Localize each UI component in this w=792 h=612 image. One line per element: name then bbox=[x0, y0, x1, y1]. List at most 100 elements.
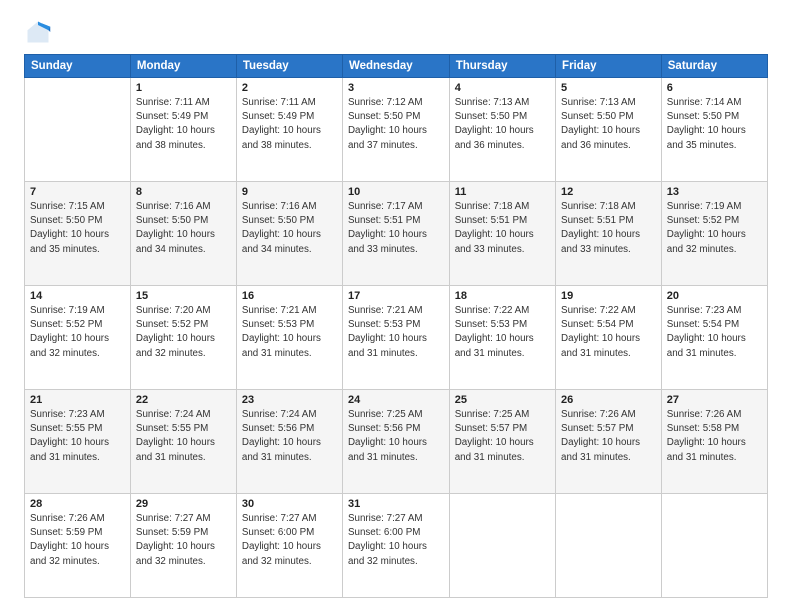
day-number: 4 bbox=[455, 82, 550, 94]
day-cell: 26 Sunrise: 7:26 AM Sunset: 5:57 PM Dayli… bbox=[556, 390, 662, 494]
day-info: Sunrise: 7:23 AM Sunset: 5:55 PM Dayligh… bbox=[30, 408, 125, 465]
day-cell bbox=[25, 78, 131, 182]
day-info: Sunrise: 7:13 AM Sunset: 5:50 PM Dayligh… bbox=[455, 96, 550, 153]
day-number: 14 bbox=[30, 290, 125, 302]
day-cell: 30 Sunrise: 7:27 AM Sunset: 6:00 PM Dayli… bbox=[236, 494, 342, 598]
day-number: 29 bbox=[136, 498, 231, 510]
day-number: 16 bbox=[242, 290, 337, 302]
day-info: Sunrise: 7:11 AM Sunset: 5:49 PM Dayligh… bbox=[242, 96, 337, 153]
day-cell: 24Sunrise: 7:25 AM Sunset: 5:56 PM Dayli… bbox=[342, 390, 449, 494]
day-number: 3 bbox=[348, 82, 444, 94]
day-number: 19 bbox=[561, 290, 656, 302]
day-cell bbox=[556, 494, 662, 598]
day-number: 9 bbox=[242, 186, 337, 198]
day-number: 5 bbox=[561, 82, 656, 94]
header-cell-friday: Friday bbox=[556, 55, 662, 78]
header-cell-wednesday: Wednesday bbox=[342, 55, 449, 78]
day-info: Sunrise: 7:17 AM Sunset: 5:51 PM Dayligh… bbox=[348, 200, 444, 257]
day-number: 21 bbox=[30, 394, 125, 406]
day-number: 8 bbox=[136, 186, 231, 198]
calendar-table: SundayMondayTuesdayWednesdayThursdayFrid… bbox=[24, 54, 768, 598]
day-cell: 14 Sunrise: 7:19 AM Sunset: 5:52 PM Dayli… bbox=[25, 286, 131, 390]
header-cell-tuesday: Tuesday bbox=[236, 55, 342, 78]
day-cell bbox=[661, 494, 767, 598]
day-info: Sunrise: 7:19 AM Sunset: 5:52 PM Dayligh… bbox=[667, 200, 762, 257]
day-info: Sunrise: 7:24 AM Sunset: 5:56 PM Dayligh… bbox=[242, 408, 337, 465]
day-info: Sunrise: 7:20 AM Sunset: 5:52 PM Dayligh… bbox=[136, 304, 231, 361]
day-cell: 4 Sunrise: 7:13 AM Sunset: 5:50 PM Daylig… bbox=[449, 78, 555, 182]
day-info: Sunrise: 7:27 AM Sunset: 6:00 PM Dayligh… bbox=[242, 512, 337, 569]
day-number: 1 bbox=[136, 82, 231, 94]
day-cell: 12 Sunrise: 7:18 AM Sunset: 5:51 PM Dayli… bbox=[556, 182, 662, 286]
day-cell: 28 Sunrise: 7:26 AM Sunset: 5:59 PM Dayli… bbox=[25, 494, 131, 598]
day-cell: 18Sunrise: 7:22 AM Sunset: 5:53 PM Dayli… bbox=[449, 286, 555, 390]
day-number: 13 bbox=[667, 186, 762, 198]
day-info: Sunrise: 7:18 AM Sunset: 5:51 PM Dayligh… bbox=[561, 200, 656, 257]
day-cell: 31Sunrise: 7:27 AM Sunset: 6:00 PM Dayli… bbox=[342, 494, 449, 598]
day-info: Sunrise: 7:23 AM Sunset: 5:54 PM Dayligh… bbox=[667, 304, 762, 361]
day-cell: 7 Sunrise: 7:15 AM Sunset: 5:50 PM Daylig… bbox=[25, 182, 131, 286]
day-cell: 21 Sunrise: 7:23 AM Sunset: 5:55 PM Dayli… bbox=[25, 390, 131, 494]
day-cell: 15 Sunrise: 7:20 AM Sunset: 5:52 PM Dayli… bbox=[130, 286, 236, 390]
week-row-3: 21 Sunrise: 7:23 AM Sunset: 5:55 PM Dayli… bbox=[25, 390, 768, 494]
day-info: Sunrise: 7:13 AM Sunset: 5:50 PM Dayligh… bbox=[561, 96, 656, 153]
day-number: 12 bbox=[561, 186, 656, 198]
day-info: Sunrise: 7:11 AM Sunset: 5:49 PM Dayligh… bbox=[136, 96, 231, 153]
day-cell: 1 Sunrise: 7:11 AM Sunset: 5:49 PM Daylig… bbox=[130, 78, 236, 182]
day-info: Sunrise: 7:27 AM Sunset: 6:00 PM Dayligh… bbox=[348, 512, 444, 569]
week-row-1: 7 Sunrise: 7:15 AM Sunset: 5:50 PM Daylig… bbox=[25, 182, 768, 286]
calendar-page: SundayMondayTuesdayWednesdayThursdayFrid… bbox=[0, 0, 792, 612]
day-info: Sunrise: 7:25 AM Sunset: 5:57 PM Dayligh… bbox=[455, 408, 550, 465]
week-row-2: 14 Sunrise: 7:19 AM Sunset: 5:52 PM Dayli… bbox=[25, 286, 768, 390]
day-number: 27 bbox=[667, 394, 762, 406]
day-number: 2 bbox=[242, 82, 337, 94]
day-cell: 6 Sunrise: 7:14 AM Sunset: 5:50 PM Daylig… bbox=[661, 78, 767, 182]
day-number: 15 bbox=[136, 290, 231, 302]
day-info: Sunrise: 7:26 AM Sunset: 5:57 PM Dayligh… bbox=[561, 408, 656, 465]
day-number: 7 bbox=[30, 186, 125, 198]
day-number: 6 bbox=[667, 82, 762, 94]
day-cell: 2 Sunrise: 7:11 AM Sunset: 5:49 PM Daylig… bbox=[236, 78, 342, 182]
day-info: Sunrise: 7:22 AM Sunset: 5:54 PM Dayligh… bbox=[561, 304, 656, 361]
day-cell: 25 Sunrise: 7:25 AM Sunset: 5:57 PM Dayli… bbox=[449, 390, 555, 494]
day-number: 30 bbox=[242, 498, 337, 510]
day-info: Sunrise: 7:14 AM Sunset: 5:50 PM Dayligh… bbox=[667, 96, 762, 153]
day-number: 11 bbox=[455, 186, 550, 198]
day-info: Sunrise: 7:26 AM Sunset: 5:58 PM Dayligh… bbox=[667, 408, 762, 465]
week-row-0: 1 Sunrise: 7:11 AM Sunset: 5:49 PM Daylig… bbox=[25, 78, 768, 182]
day-cell: 9 Sunrise: 7:16 AM Sunset: 5:50 PM Daylig… bbox=[236, 182, 342, 286]
day-cell: 11 Sunrise: 7:18 AM Sunset: 5:51 PM Dayli… bbox=[449, 182, 555, 286]
day-number: 24 bbox=[348, 394, 444, 406]
day-info: Sunrise: 7:27 AM Sunset: 5:59 PM Dayligh… bbox=[136, 512, 231, 569]
header-cell-saturday: Saturday bbox=[661, 55, 767, 78]
day-info: Sunrise: 7:12 AM Sunset: 5:50 PM Dayligh… bbox=[348, 96, 444, 153]
day-number: 10 bbox=[348, 186, 444, 198]
day-cell: 20Sunrise: 7:23 AM Sunset: 5:54 PM Dayli… bbox=[661, 286, 767, 390]
calendar-header: SundayMondayTuesdayWednesdayThursdayFrid… bbox=[25, 55, 768, 78]
day-info: Sunrise: 7:18 AM Sunset: 5:51 PM Dayligh… bbox=[455, 200, 550, 257]
header bbox=[24, 18, 768, 46]
day-info: Sunrise: 7:24 AM Sunset: 5:55 PM Dayligh… bbox=[136, 408, 231, 465]
day-cell: 29 Sunrise: 7:27 AM Sunset: 5:59 PM Dayli… bbox=[130, 494, 236, 598]
day-info: Sunrise: 7:19 AM Sunset: 5:52 PM Dayligh… bbox=[30, 304, 125, 361]
day-cell: 22 Sunrise: 7:24 AM Sunset: 5:55 PM Dayli… bbox=[130, 390, 236, 494]
day-number: 18 bbox=[455, 290, 550, 302]
day-number: 22 bbox=[136, 394, 231, 406]
day-info: Sunrise: 7:21 AM Sunset: 5:53 PM Dayligh… bbox=[242, 304, 337, 361]
day-number: 28 bbox=[30, 498, 125, 510]
header-cell-thursday: Thursday bbox=[449, 55, 555, 78]
day-cell: 16 Sunrise: 7:21 AM Sunset: 5:53 PM Dayli… bbox=[236, 286, 342, 390]
day-info: Sunrise: 7:15 AM Sunset: 5:50 PM Dayligh… bbox=[30, 200, 125, 257]
day-cell: 17Sunrise: 7:21 AM Sunset: 5:53 PM Dayli… bbox=[342, 286, 449, 390]
day-cell bbox=[449, 494, 555, 598]
day-cell: 23Sunrise: 7:24 AM Sunset: 5:56 PM Dayli… bbox=[236, 390, 342, 494]
day-info: Sunrise: 7:26 AM Sunset: 5:59 PM Dayligh… bbox=[30, 512, 125, 569]
day-cell: 8Sunrise: 7:16 AM Sunset: 5:50 PM Daylig… bbox=[130, 182, 236, 286]
day-number: 25 bbox=[455, 394, 550, 406]
day-info: Sunrise: 7:16 AM Sunset: 5:50 PM Dayligh… bbox=[242, 200, 337, 257]
day-cell: 27 Sunrise: 7:26 AM Sunset: 5:58 PM Dayli… bbox=[661, 390, 767, 494]
week-row-4: 28 Sunrise: 7:26 AM Sunset: 5:59 PM Dayli… bbox=[25, 494, 768, 598]
header-row: SundayMondayTuesdayWednesdayThursdayFrid… bbox=[25, 55, 768, 78]
day-cell: 5 Sunrise: 7:13 AM Sunset: 5:50 PM Daylig… bbox=[556, 78, 662, 182]
day-number: 26 bbox=[561, 394, 656, 406]
